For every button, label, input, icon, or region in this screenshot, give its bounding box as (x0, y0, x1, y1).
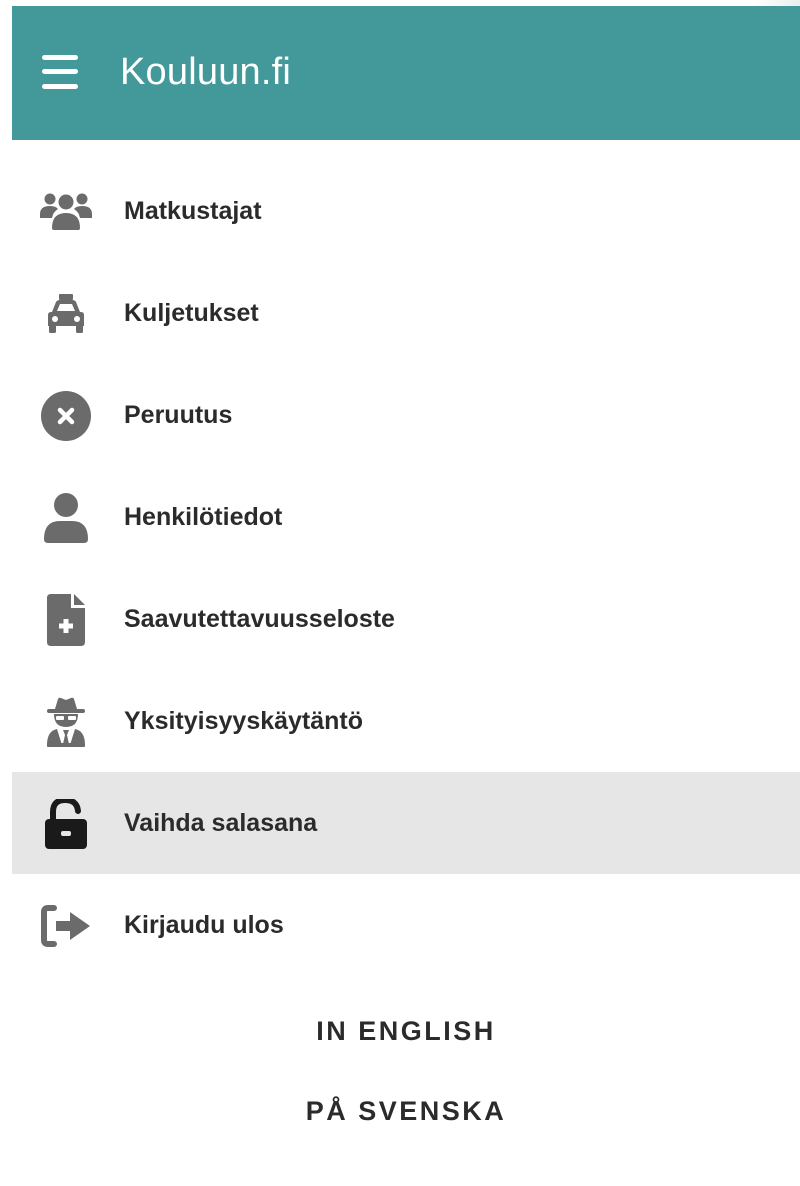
menu-item-label: Peruutus (124, 401, 233, 429)
menu-item-kuljetukset[interactable]: Kuljetukset (12, 262, 800, 364)
hamburger-icon[interactable] (42, 53, 78, 91)
menu-item-label: Yksityisyyskäytäntö (124, 707, 364, 735)
menu-item-yksityisyyskaytanto[interactable]: Yksityisyyskäytäntö (12, 670, 800, 772)
user-icon (40, 492, 92, 544)
language-link-english[interactable]: IN ENGLISH (12, 1016, 800, 1047)
sign-out-icon (40, 900, 92, 952)
menu-item-saavutettavuusseloste[interactable]: Saavutettavuusseloste (12, 568, 800, 670)
menu-item-label: Vaihda salasana (124, 809, 318, 837)
menu-item-label: Henkilötiedot (124, 503, 283, 531)
user-secret-icon (40, 696, 92, 748)
menu-item-label: Kuljetukset (124, 299, 259, 327)
menu-item-label: Kirjaudu ulos (124, 911, 284, 939)
taxi-icon (40, 288, 92, 340)
menu-item-label: Saavutettavuusseloste (124, 605, 395, 633)
cancel-circle-icon (40, 390, 92, 442)
app-title: Kouluun.fi (120, 51, 292, 93)
nav-menu: Matkustajat Kuljetukset Peruutus Henkilö… (12, 160, 800, 976)
app-header: Kouluun.fi (12, 6, 800, 140)
menu-item-henkilotiedot[interactable]: Henkilötiedot (12, 466, 800, 568)
menu-item-kirjaudu-ulos[interactable]: Kirjaudu ulos (12, 874, 800, 976)
menu-item-matkustajat[interactable]: Matkustajat (12, 160, 800, 262)
file-medical-icon (40, 594, 92, 646)
menu-item-peruutus[interactable]: Peruutus (12, 364, 800, 466)
language-link-swedish[interactable]: PÅ SVENSKA (12, 1096, 800, 1127)
navigation-drawer: Kouluun.fi Matkustajat Kuljetukset Peruu… (12, 6, 800, 1186)
menu-item-label: Matkustajat (124, 197, 262, 225)
users-icon (40, 186, 92, 238)
unlock-icon (40, 798, 92, 850)
menu-item-vaihda-salasana[interactable]: Vaihda salasana (12, 772, 800, 874)
